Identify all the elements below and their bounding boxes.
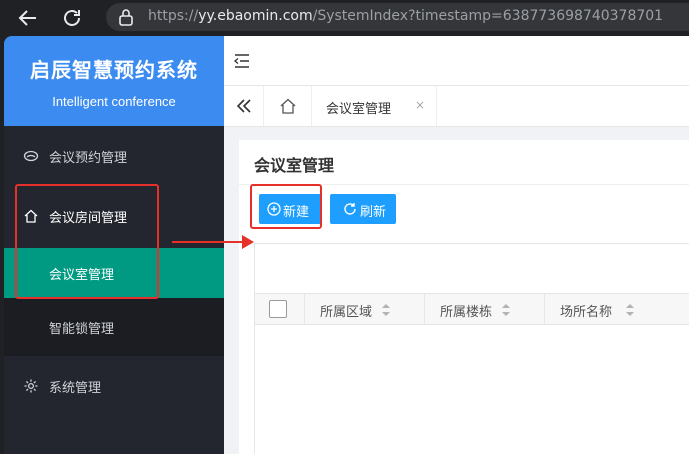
app-window: 启辰智慧预约系统 Intelligent conference 会议预约管理 会… [4,36,689,454]
column-label: 所属楼栋 [440,305,493,320]
column-label: 所属区域 [320,305,373,320]
browser-toolbar: https://yy.ebaomin.com/SystemIndex?times… [0,0,689,36]
reload-icon[interactable] [60,6,84,30]
brand-header: 启辰智慧预约系统 Intelligent conference [4,36,224,126]
annotation-arrow-head [242,235,254,249]
column-header-venue[interactable]: 场所名称 [545,294,689,325]
column-header-building[interactable]: 所属楼栋 [425,294,545,325]
double-chevron-left-icon [236,99,251,113]
sidebar-item-label: 系统管理 [49,381,102,396]
brand-subtitle: Intelligent conference [52,94,176,109]
sort-icon[interactable] [501,303,511,317]
url-scheme: https:// [148,8,199,24]
sidebar-item-label: 会议预约管理 [49,151,128,166]
select-all-cell [255,294,305,325]
close-icon[interactable]: × [415,98,425,112]
table-header: 所属区域 所属楼栋 场所名称 [255,294,689,325]
url-text: https://yy.ebaomin.com/SystemIndex?times… [148,8,663,24]
annotation-arrow-line [172,241,244,243]
column-header-area[interactable]: 所属区域 [305,294,425,325]
sidebar-item-system[interactable]: 系统管理 [4,361,224,411]
site-info-icon[interactable] [118,8,134,26]
data-table: 所属区域 所属楼栋 场所名称 [254,243,689,454]
column-label: 场所名称 [560,305,613,320]
top-bar [224,36,689,86]
refresh-icon [344,203,356,215]
home-icon [280,98,296,114]
sidebar-item-meeting-booking[interactable]: 会议预约管理 [4,131,224,181]
tabs-bar: 会议室管理 × [224,86,689,127]
tabs-scroll-left-button[interactable] [224,86,264,126]
page-title: 会议室管理 [254,156,335,175]
tab-label: 会议室管理 [326,102,392,117]
menu-collapse-icon[interactable] [234,54,250,68]
home-tab[interactable] [264,86,312,126]
refresh-button-label: 刷新 [360,205,387,220]
gear-icon [24,379,38,393]
sort-icon[interactable] [625,303,635,317]
tab-meeting-room[interactable]: 会议室管理 × [312,86,437,126]
sort-icon[interactable] [381,303,391,317]
url-host: yy.ebaomin.com [198,8,313,24]
annotation-box-new-button [250,184,322,229]
url-path: /SystemIndex?timestamp=63877369874037870… [312,8,664,24]
refresh-button[interactable]: 刷新 [330,194,396,224]
back-arrow-icon[interactable] [16,6,40,30]
annotation-box-sidebar [15,184,159,299]
sidebar-item-smart-lock[interactable]: 智能锁管理 [4,302,224,352]
brand-title: 启辰智慧预约系统 [30,58,198,82]
sidebar-item-label: 智能锁管理 [49,322,115,337]
chat-bubble-icon [23,150,39,162]
select-all-checkbox[interactable] [269,300,287,318]
table-toolbar [255,244,689,294]
